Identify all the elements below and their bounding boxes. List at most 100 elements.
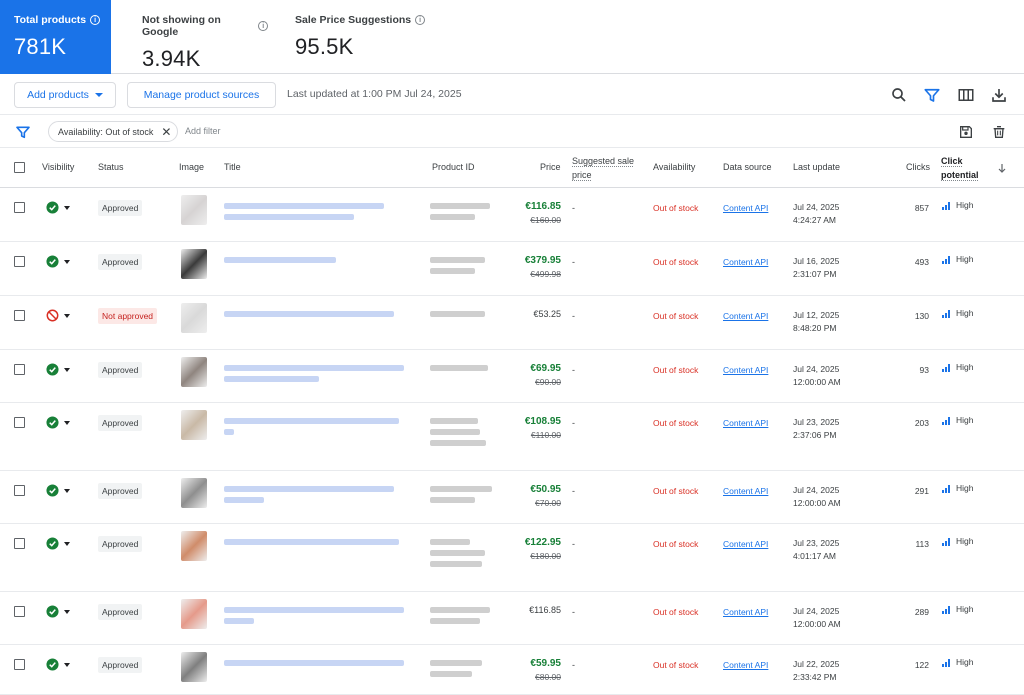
visibility-toggle[interactable]	[46, 255, 70, 268]
price: €53.25	[533, 309, 561, 319]
availability-text: Out of stock	[653, 418, 699, 428]
search-icon[interactable]	[890, 86, 908, 104]
columns-icon[interactable]	[957, 86, 975, 104]
price-cell: €116.85	[529, 605, 561, 615]
row-checkbox[interactable]	[14, 538, 25, 549]
info-icon[interactable]: i	[415, 15, 426, 25]
row-checkbox[interactable]	[14, 256, 25, 267]
product-title[interactable]	[224, 257, 336, 268]
last-update: Jul 22, 2025 2:33:42 PM	[793, 658, 839, 684]
data-source-link[interactable]: Content API	[723, 539, 768, 549]
visibility-toggle[interactable]	[46, 363, 70, 376]
select-all-checkbox[interactable]	[14, 162, 25, 173]
original-price: €80.00	[535, 672, 561, 682]
row-checkbox[interactable]	[14, 485, 25, 496]
summary-cards: Total products i 781K Not showing on Goog…	[0, 0, 1024, 74]
product-image	[181, 303, 207, 333]
download-icon[interactable]	[990, 86, 1008, 104]
data-source-link[interactable]: Content API	[723, 418, 768, 428]
product-title[interactable]	[224, 607, 404, 629]
close-icon[interactable]: ✕	[161, 125, 171, 139]
product-title[interactable]	[224, 539, 399, 550]
price-cell: €122.95 €180.00	[525, 537, 561, 561]
header-last-update[interactable]: Last update	[793, 162, 840, 172]
availability-filter-chip[interactable]: Availability: Out of stock ✕	[48, 121, 179, 142]
product-title[interactable]	[224, 418, 399, 440]
total-products-card[interactable]: Total products i 781K	[0, 0, 111, 74]
info-icon[interactable]: i	[258, 21, 268, 31]
header-suggested-sale-price[interactable]: Suggested sale price	[572, 154, 634, 182]
visibility-toggle[interactable]	[46, 309, 70, 322]
header-data-source[interactable]: Data source	[723, 162, 772, 172]
table-row[interactable]: Approved €59.95 €80.00 - Out of stock Content…	[0, 645, 1024, 695]
table-row[interactable]: Not approved €53.25 - Out of stock Content A…	[0, 296, 1024, 350]
blurred-text	[224, 429, 234, 435]
filter-icon[interactable]	[15, 124, 31, 140]
row-checkbox[interactable]	[14, 202, 25, 213]
row-checkbox[interactable]	[14, 364, 25, 375]
save-icon[interactable]	[958, 124, 974, 140]
blurred-text	[224, 214, 354, 220]
header-title[interactable]: Title	[224, 162, 241, 172]
row-checkbox[interactable]	[14, 606, 25, 617]
last-update-time: 12:00:00 AM	[793, 498, 841, 508]
not-showing-card[interactable]: Not showing on Google i 3.94K	[128, 0, 268, 74]
header-click-potential[interactable]: Click potential	[941, 154, 979, 182]
table-row[interactable]: Approved €116.85 €160.00 - Out of stock Conte…	[0, 188, 1024, 242]
sort-descending-icon[interactable]	[997, 163, 1007, 173]
table-row[interactable]: Approved €50.95 €70.00 - Out of stock Content…	[0, 471, 1024, 524]
header-price[interactable]: Price	[540, 162, 561, 172]
data-source-link[interactable]: Content API	[723, 486, 768, 496]
check-circle-icon	[46, 201, 59, 214]
product-image	[181, 249, 207, 279]
sale-price: €50.95	[530, 484, 561, 495]
product-title[interactable]	[224, 203, 384, 225]
filter-icon[interactable]	[923, 86, 941, 104]
delete-icon[interactable]	[991, 124, 1007, 140]
table-row[interactable]: Approved €379.95 €499.98 - Out of stock Conte…	[0, 242, 1024, 296]
data-source-link[interactable]: Content API	[723, 311, 768, 321]
header-clicks[interactable]: Clicks	[906, 162, 930, 172]
header-product-id[interactable]: Product ID	[432, 162, 475, 172]
table-row[interactable]: Approved €116.85 - Out of stock Content API J…	[0, 592, 1024, 645]
blurred-text	[430, 497, 475, 503]
row-checkbox[interactable]	[14, 417, 25, 428]
header-visibility[interactable]: Visibility	[42, 162, 74, 172]
last-update-date: Jul 12, 2025	[793, 310, 840, 320]
visibility-toggle[interactable]	[46, 658, 70, 671]
data-source-link[interactable]: Content API	[723, 660, 768, 670]
data-source-link[interactable]: Content API	[723, 607, 768, 617]
product-title[interactable]	[224, 311, 394, 322]
manage-product-sources-button[interactable]: Manage product sources	[127, 82, 276, 108]
data-source-link[interactable]: Content API	[723, 365, 768, 375]
row-checkbox[interactable]	[14, 659, 25, 670]
availability-text: Out of stock	[653, 311, 699, 321]
visibility-toggle[interactable]	[46, 537, 70, 550]
info-icon[interactable]: i	[90, 15, 101, 25]
check-circle-icon	[46, 484, 59, 497]
table-row[interactable]: Approved €122.95 €180.00 - Out of stock Conte…	[0, 524, 1024, 592]
visibility-toggle[interactable]	[46, 605, 70, 618]
row-checkbox[interactable]	[14, 310, 25, 321]
blurred-text	[430, 561, 482, 567]
product-title[interactable]	[224, 486, 394, 508]
add-filter-input[interactable]: Add filter	[185, 126, 221, 136]
add-products-button[interactable]: Add products	[14, 82, 116, 108]
header-availability[interactable]: Availability	[653, 162, 695, 172]
original-price: €180.00	[530, 551, 561, 561]
total-products-value: 781K	[14, 34, 67, 59]
blurred-text	[430, 440, 486, 446]
data-source-link[interactable]: Content API	[723, 203, 768, 213]
clicks-value: 203	[914, 418, 929, 428]
header-status[interactable]: Status	[98, 162, 124, 172]
table-row[interactable]: Approved €108.95 €110.00 - Out of stock Conte…	[0, 403, 1024, 471]
visibility-toggle[interactable]	[46, 201, 70, 214]
data-source-link[interactable]: Content API	[723, 257, 768, 267]
sale-price-card[interactable]: Sale Price Suggestions i 95.5K	[281, 0, 431, 74]
last-update-date: Jul 22, 2025	[793, 659, 840, 669]
product-title[interactable]	[224, 365, 404, 387]
visibility-toggle[interactable]	[46, 484, 70, 497]
product-title[interactable]	[224, 660, 404, 671]
table-row[interactable]: Approved €69.95 €90.00 - Out of stock Content…	[0, 350, 1024, 403]
visibility-toggle[interactable]	[46, 416, 70, 429]
